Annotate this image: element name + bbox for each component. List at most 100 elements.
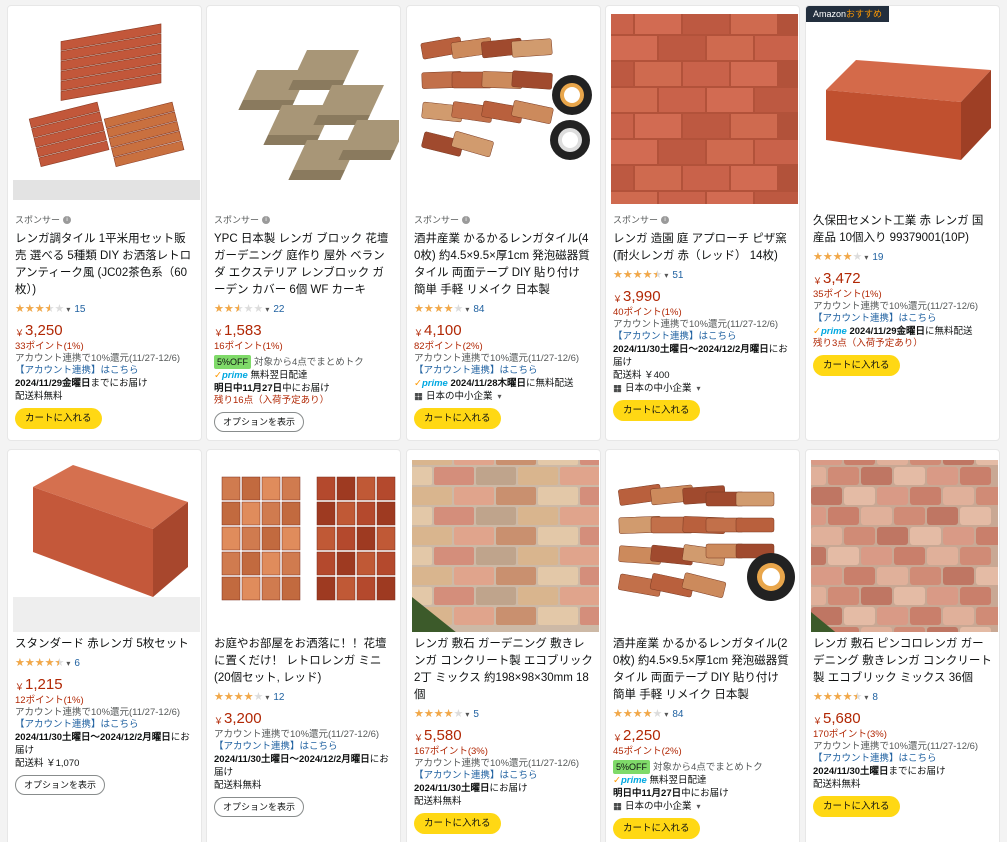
star-rating[interactable]: ★★★★★★★★★★ bbox=[613, 269, 662, 281]
product-image[interactable] bbox=[611, 460, 798, 632]
star-rating[interactable]: ★★★★★★★★★★ bbox=[214, 691, 263, 703]
product-image[interactable] bbox=[212, 460, 399, 632]
account-link[interactable]: 【アカウント連携】はこちら bbox=[214, 741, 394, 753]
currency-symbol: ￥ bbox=[613, 733, 623, 743]
product-image[interactable] bbox=[13, 14, 200, 204]
review-count[interactable]: 5 bbox=[473, 709, 479, 720]
price-value: 2,250 bbox=[623, 727, 661, 744]
star-rating[interactable]: ★★★★★★★★★★ bbox=[15, 657, 64, 669]
star-rating[interactable]: ★★★★★★★★★★ bbox=[813, 251, 862, 263]
add-to-cart-button[interactable]: カートに入れる bbox=[15, 408, 102, 429]
store-icon: ▦ bbox=[613, 801, 622, 812]
star-rating[interactable]: ★★★★★★★★★★ bbox=[613, 708, 662, 720]
product-card: 酒井産業 かるかるレンガタイル(20枚) 約4.5×9.5×厚1cm 発泡磁器質… bbox=[605, 449, 800, 842]
star-fill: ★★★★★ bbox=[414, 303, 454, 315]
add-to-cart-button[interactable]: カートに入れる bbox=[414, 813, 501, 834]
currency-symbol: ￥ bbox=[15, 682, 25, 692]
account-link[interactable]: 【アカウント連携】はこちら bbox=[613, 331, 793, 343]
product-title[interactable]: お庭やお部屋をお洒落に！！花壇に置くだけ！ レトロレンガ ミニ (20個セット,… bbox=[214, 636, 394, 687]
account-link[interactable]: 【アカウント連携】はこちら bbox=[15, 719, 195, 731]
chevron-down-icon[interactable]: ▾ bbox=[498, 390, 502, 403]
product-title[interactable]: 酒井産業 かるかるレンガタイル(20枚) 約4.5×9.5×厚1cm 発泡磁器質… bbox=[613, 636, 793, 704]
delivery-suffix: 中にお届け bbox=[681, 788, 729, 799]
star-rating[interactable]: ★★★★★★★★★★ bbox=[214, 303, 263, 315]
add-to-cart-button[interactable]: カートに入れる bbox=[813, 796, 900, 817]
chevron-down-icon[interactable]: ▾ bbox=[864, 253, 868, 262]
account-link[interactable]: 【アカウント連携】はこちら bbox=[813, 313, 993, 325]
review-count[interactable]: 51 bbox=[672, 270, 683, 281]
product-image[interactable] bbox=[611, 14, 798, 204]
add-to-cart-button[interactable]: カートに入れる bbox=[613, 400, 700, 421]
product-title[interactable]: レンガ 造園 庭 アプローチ ピザ窯 (耐火レンガ 赤（レッド） 14枚) bbox=[613, 231, 793, 265]
see-options-button[interactable]: オプションを表示 bbox=[214, 412, 305, 432]
coupon-text[interactable]: 対象から4点でまとめトク bbox=[653, 762, 763, 773]
product-title[interactable]: スタンダード 赤レンガ 5枚セット bbox=[15, 636, 195, 653]
chevron-down-icon[interactable]: ▾ bbox=[265, 693, 269, 702]
rating-row: ★★★★★★★★★★▾ 51 bbox=[613, 268, 793, 282]
chevron-down-icon[interactable]: ▾ bbox=[697, 382, 701, 395]
account-link[interactable]: 【アカウント連携】はこちら bbox=[813, 753, 993, 765]
prime-text: に無料配送 bbox=[526, 378, 574, 389]
chevron-down-icon[interactable]: ▾ bbox=[697, 800, 701, 813]
chevron-down-icon[interactable]: ▾ bbox=[66, 659, 70, 668]
info-icon[interactable]: i bbox=[262, 215, 271, 224]
see-options-button[interactable]: オプションを表示 bbox=[214, 797, 305, 817]
chevron-down-icon[interactable]: ▾ bbox=[265, 305, 269, 314]
product-info: 久保田セメント工業 赤 レンガ 国産品 10個入り 99379001(10P) ★… bbox=[813, 213, 993, 376]
chevron-down-icon[interactable]: ▾ bbox=[664, 271, 668, 280]
product-image[interactable] bbox=[811, 14, 998, 204]
review-count[interactable]: 12 bbox=[273, 692, 284, 703]
review-count[interactable]: 6 bbox=[74, 658, 80, 669]
price-value: 1,215 bbox=[25, 676, 63, 693]
star-fill: ★★★★★ bbox=[813, 251, 853, 263]
star-rating[interactable]: ★★★★★★★★★★ bbox=[15, 303, 64, 315]
add-to-cart-button[interactable]: カートに入れる bbox=[414, 408, 501, 429]
points-text: 82ポイント(2%) bbox=[414, 341, 483, 352]
coupon-row: 5%OFF 対象から4点でまとめトク bbox=[214, 355, 394, 369]
star-rating[interactable]: ★★★★★★★★★★ bbox=[813, 691, 862, 703]
info-icon[interactable]: i bbox=[661, 215, 670, 224]
review-count[interactable]: 15 bbox=[74, 304, 85, 315]
info-icon[interactable]: i bbox=[462, 215, 471, 224]
chevron-down-icon[interactable]: ▾ bbox=[465, 305, 469, 314]
product-image[interactable] bbox=[13, 460, 200, 632]
sponsored-label: スポンサー i bbox=[414, 213, 594, 226]
store-icon: ▦ bbox=[414, 391, 423, 402]
star-rating[interactable]: ★★★★★★★★★★ bbox=[414, 708, 463, 720]
review-count[interactable]: 22 bbox=[273, 304, 284, 315]
rating-row: ★★★★★★★★★★▾ 15 bbox=[15, 302, 195, 316]
review-count[interactable]: 8 bbox=[872, 692, 878, 703]
review-count[interactable]: 84 bbox=[473, 304, 484, 315]
product-image[interactable] bbox=[412, 14, 599, 204]
coupon-text[interactable]: 対象から4点でまとめトク bbox=[254, 357, 364, 368]
product-title[interactable]: 久保田セメント工業 赤 レンガ 国産品 10個入り 99379001(10P) bbox=[813, 213, 993, 247]
product-title[interactable]: レンガ 敷石 ピンコロレンガ ガーデニング 敷きレンガ コンクリート製 エコブリ… bbox=[813, 636, 993, 687]
account-link[interactable]: 【アカウント連携】はこちら bbox=[15, 365, 195, 377]
currency-symbol: ￥ bbox=[813, 276, 823, 286]
review-count[interactable]: 84 bbox=[672, 709, 683, 720]
info-icon[interactable]: i bbox=[63, 215, 72, 224]
chevron-down-icon[interactable]: ▾ bbox=[664, 710, 668, 719]
chevron-down-icon[interactable]: ▾ bbox=[864, 693, 868, 702]
add-to-cart-button[interactable]: カートに入れる bbox=[813, 355, 900, 376]
add-to-cart-button[interactable]: カートに入れる bbox=[613, 818, 700, 839]
shipping-fee: 配送料無料 bbox=[414, 796, 462, 807]
product-title[interactable]: レンガ調タイル 1平米用セット販売 選べる 5種類 DIY お洒落レトロ アンテ… bbox=[15, 231, 195, 299]
stock-status: 残り16点（入荷予定あり） bbox=[214, 395, 330, 406]
product-image[interactable] bbox=[811, 460, 998, 632]
review-count[interactable]: 19 bbox=[872, 252, 883, 263]
price-value: 4,100 bbox=[424, 322, 462, 339]
product-title[interactable]: 酒井産業 かるかるレンガタイル(40枚) 約4.5×9.5×厚1cm 発泡磁器質… bbox=[414, 231, 594, 299]
chevron-down-icon[interactable]: ▾ bbox=[66, 305, 70, 314]
stock-status: 残り3点（入荷予定あり） bbox=[813, 338, 923, 349]
see-options-button[interactable]: オプションを表示 bbox=[15, 775, 106, 795]
account-link[interactable]: 【アカウント連携】はこちら bbox=[414, 770, 594, 782]
star-rating[interactable]: ★★★★★★★★★★ bbox=[414, 303, 463, 315]
product-title[interactable]: YPC 日本製 レンガ ブロック 花壇 ガーデニング 庭作り 屋外 ベランダ エ… bbox=[214, 231, 394, 299]
product-title[interactable]: レンガ 敷石 ガーデニング 敷きレンガ コンクリート製 エコブリック 2丁 ミッ… bbox=[414, 636, 594, 704]
chevron-down-icon[interactable]: ▾ bbox=[465, 710, 469, 719]
product-image[interactable] bbox=[212, 14, 399, 204]
account-link[interactable]: 【アカウント連携】はこちら bbox=[414, 365, 594, 377]
points-text: 33ポイント(1%) bbox=[15, 341, 84, 352]
product-image[interactable] bbox=[412, 460, 599, 632]
